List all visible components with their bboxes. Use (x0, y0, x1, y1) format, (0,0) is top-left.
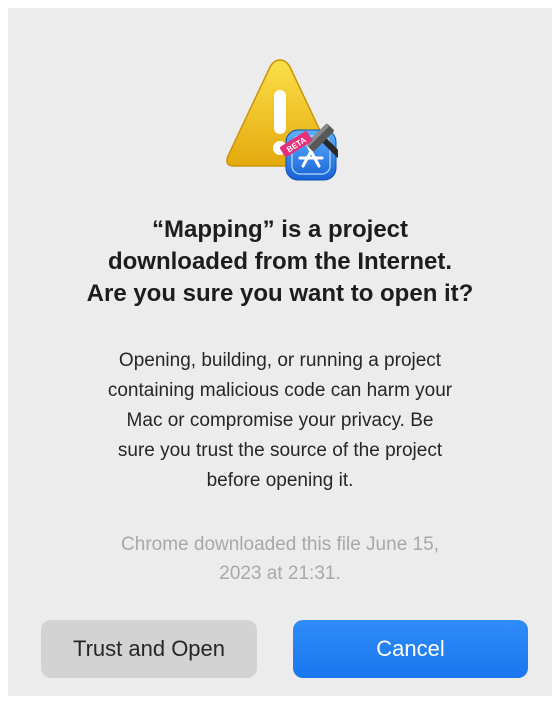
dialog-message-line: sure you trust the source of the project (117, 440, 443, 461)
dialog-message-line: containing malicious code can harm your (107, 380, 453, 401)
trust-and-open-button[interactable]: Trust and Open (41, 620, 257, 678)
xcode-beta-warning-icon: BETA (226, 59, 357, 181)
download-note-line: 2023 at 21:31. (219, 563, 341, 584)
dialog-title-line: “Mapping” is a project (151, 216, 409, 243)
security-alert-dialog: BETA “Mapping” is a project downloaded f… (8, 8, 552, 696)
cancel-button[interactable]: Cancel (293, 620, 528, 678)
dialog-message-line: Mac or compromise your privacy. Be (126, 410, 434, 431)
dialog-message-line: before opening it. (206, 470, 354, 491)
dialog-title-line: Are you sure you want to open it? (86, 280, 474, 307)
dialog-title: “Mapping” is a project downloaded from t… (28, 214, 532, 310)
download-note-line: Chrome downloaded this file June 15, (121, 534, 439, 555)
dialog-message-line: Opening, building, or running a project (118, 350, 442, 371)
dialog-title-line: downloaded from the Internet. (107, 248, 452, 275)
dialog-message: Opening, building, or running a project … (28, 346, 532, 496)
warning-icon: BETA (222, 52, 357, 192)
download-source-note: Chrome downloaded this file June 15, 202… (28, 530, 532, 588)
